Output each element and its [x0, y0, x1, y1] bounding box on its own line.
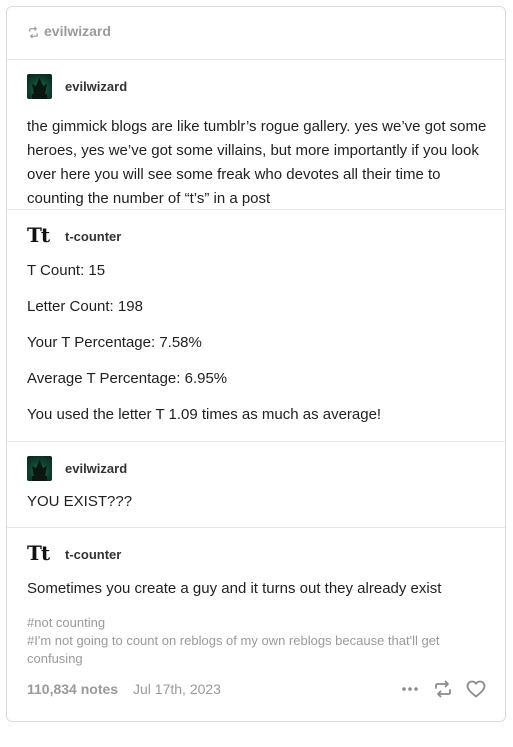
t-count-line: T Count: 15 [27, 262, 106, 279]
wizard-figure-icon [32, 78, 47, 99]
post-username[interactable]: evilwizard [65, 461, 127, 476]
t-counter-avatar[interactable]: Tt [27, 541, 57, 566]
post-footer: 110,834 notes Jul 17th, 2023 [27, 679, 489, 699]
post-evilwizard-2: evilwizard YOU EXIST??? [7, 441, 505, 528]
wizard-avatar[interactable] [27, 74, 52, 99]
wizard-figure-icon [32, 460, 47, 481]
notes-count[interactable]: 110,834 notes [27, 681, 118, 697]
your-t-percentage-line: Your T Percentage: 7.58% [27, 334, 202, 351]
more-dots-icon[interactable] [399, 679, 421, 699]
post-evilwizard-1: evilwizard the gimmick blogs are like tu… [7, 59, 505, 210]
post-username[interactable]: t-counter [65, 229, 121, 244]
average-t-percentage-line: Average T Percentage: 6.95% [27, 370, 228, 387]
heart-icon[interactable] [465, 679, 487, 699]
post-date[interactable]: Jul 17th, 2023 [133, 681, 221, 697]
post-username[interactable]: t-counter [65, 547, 121, 562]
wizard-avatar[interactable] [27, 456, 52, 481]
t-counter-avatar[interactable]: Tt [27, 223, 57, 248]
reblog-icon[interactable] [432, 679, 454, 699]
reblog-small-icon [29, 26, 38, 39]
tag-list: #not counting #I'm not going to count on… [27, 614, 497, 668]
post-body: Sometimes you create a guy and it turns … [27, 580, 442, 597]
post-body: YOU EXIST??? [27, 493, 133, 510]
post-card: evilwizard evilwizard the gimmick blogs … [6, 6, 506, 722]
letter-count-line: Letter Count: 198 [27, 298, 143, 315]
tag[interactable]: #I'm not going to count on reblogs of my… [27, 632, 497, 668]
tag[interactable]: #not counting [27, 614, 497, 632]
post-t-counter-1: Tt t-counter T Count: 15 Letter Count: 1… [7, 209, 505, 442]
reblog-header: evilwizard [7, 7, 505, 60]
post-username[interactable]: evilwizard [65, 79, 127, 94]
reblogger-username[interactable]: evilwizard [44, 23, 111, 39]
post-body: the gimmick blogs are like tumblr’s rogu… [27, 118, 487, 207]
comparison-line: You used the letter T 1.09 times as much… [27, 406, 382, 423]
